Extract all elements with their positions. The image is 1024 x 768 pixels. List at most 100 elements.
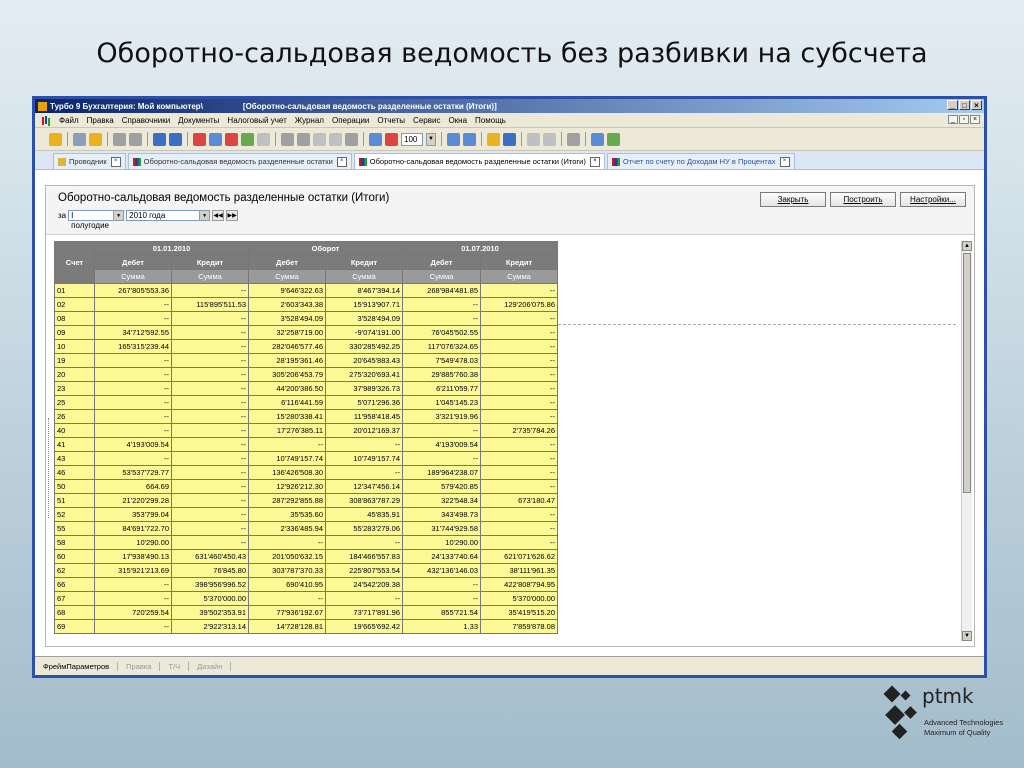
amount-cell[interactable]: 225'807'553.54	[325, 563, 403, 578]
account-cell[interactable]: 01	[54, 283, 95, 298]
preview-icon[interactable]	[297, 132, 310, 146]
calculator-icon[interactable]	[567, 132, 580, 146]
amount-cell[interactable]: --	[171, 493, 249, 508]
amount-cell[interactable]: 322'548.34	[402, 493, 481, 508]
amount-cell[interactable]: --	[325, 591, 403, 606]
amount-cell[interactable]: 19'665'692.42	[325, 619, 403, 634]
calendar-icon[interactable]	[385, 132, 398, 146]
amount-cell[interactable]: --	[171, 409, 249, 424]
amount-cell[interactable]: 117'076'324.65	[402, 339, 481, 354]
account-cell[interactable]: 20	[54, 367, 95, 382]
amount-cell[interactable]: --	[480, 507, 558, 522]
amount-cell[interactable]: 53'537'729.77	[94, 465, 172, 480]
tab-osv-totals[interactable]: Оборотно-сальдовая ведомость разделенные…	[353, 153, 605, 169]
mdi-restore-icon[interactable]: ▫	[959, 115, 969, 124]
amount-cell[interactable]: 5'370'000.00	[480, 591, 558, 606]
zoom-dropdown-icon[interactable]: ▼	[426, 132, 436, 146]
period-select[interactable]: I полугодие ▼	[68, 210, 125, 230]
build-button[interactable]: Построить	[830, 192, 896, 207]
amount-cell[interactable]: 10'749'157.74	[325, 451, 403, 466]
amount-cell[interactable]: --	[94, 367, 172, 382]
amount-cell[interactable]: 55'283'279.06	[325, 521, 403, 536]
table-row[interactable]: 43 -- -- 10'749'157.74 10'749'157.74 -- --	[54, 451, 558, 466]
amount-cell[interactable]: 14'728'128.81	[248, 619, 326, 634]
table-row[interactable]: 50 664.69 -- 12'926'212.30 12'347'456.14 579'…	[54, 479, 558, 494]
menu-help[interactable]: Помощь	[471, 116, 510, 125]
amount-cell[interactable]: 673'180.47	[480, 493, 558, 508]
amount-cell[interactable]: 15'280'338.41	[248, 409, 326, 424]
table-row[interactable]: 09 34'712'592.55 -- 32'258'719.00 -9'074'191…	[54, 325, 558, 340]
tab-osv-split[interactable]: Оборотно-сальдовая ведомость разделенные…	[127, 153, 352, 169]
amount-cell[interactable]: 6'211'059.77	[402, 381, 481, 396]
amount-cell[interactable]: 17'276'385.11	[248, 423, 326, 438]
check-icon[interactable]	[209, 132, 222, 146]
amount-cell[interactable]: 184'466'557.83	[325, 549, 403, 564]
next-period-icon[interactable]: ▶▶	[226, 210, 239, 221]
amount-cell[interactable]: 3'528'494.09	[248, 311, 326, 326]
amount-cell[interactable]: --	[94, 591, 172, 606]
account-cell[interactable]: 58	[54, 535, 95, 550]
menu-file[interactable]: Файл	[55, 116, 83, 125]
amount-cell[interactable]: 44'200'386.50	[248, 381, 326, 396]
table-row[interactable]: 23 -- -- 44'200'386.50 37'989'326.73 6'211'05…	[54, 381, 558, 396]
amount-cell[interactable]: --	[480, 311, 558, 326]
amount-cell[interactable]: 31'744'929.58	[402, 521, 481, 536]
amount-cell[interactable]: 29'885'760.38	[402, 367, 481, 382]
amount-cell[interactable]: 305'206'453.79	[248, 367, 326, 382]
table-row[interactable]: 25 -- -- 6'116'441.59 5'071'296.36 1'045'145.…	[54, 395, 558, 410]
amount-cell[interactable]: 11'958'418.45	[325, 409, 403, 424]
amount-cell[interactable]: 201'050'632.15	[248, 549, 326, 564]
table-row[interactable]: 46 53'537'729.77 -- 136'426'508.30 -- 189'964…	[54, 465, 558, 480]
menu-operations[interactable]: Операции	[328, 116, 373, 125]
table-row[interactable]: 02 -- 115'895'511.53 2'603'343.38 15'913'907…	[54, 297, 558, 312]
menu-directories[interactable]: Справочники	[118, 116, 174, 125]
amount-cell[interactable]: 28'195'361.46	[248, 353, 326, 368]
amount-cell[interactable]: --	[480, 521, 558, 536]
checkmark-red-icon[interactable]	[225, 132, 238, 146]
account-cell[interactable]: 02	[54, 297, 95, 312]
amount-cell[interactable]: 165'315'239.44	[94, 339, 172, 354]
status-design[interactable]: Дизайн	[189, 661, 232, 671]
amount-cell[interactable]: 76'045'502.55	[402, 325, 481, 340]
amount-cell[interactable]: 24'542'209.38	[325, 577, 403, 592]
amount-cell[interactable]: 720'259.54	[94, 605, 172, 620]
account-cell[interactable]: 23	[54, 381, 95, 396]
tab-close-icon[interactable]: ×	[110, 156, 121, 167]
amount-cell[interactable]: 189'964'238.07	[402, 465, 481, 480]
tab-close-icon[interactable]: ×	[589, 156, 600, 167]
amount-cell[interactable]: 10'290.00	[402, 535, 481, 550]
menu-service[interactable]: Сервис	[409, 116, 444, 125]
table-row[interactable]: 20 -- -- 305'206'453.79 275'320'693.41 29'885…	[54, 367, 558, 382]
table-row[interactable]: 19 -- -- 28'195'361.46 20'645'883.43 7'549'47…	[54, 353, 558, 368]
table-row[interactable]: 69 -- 2'922'313.14 14'728'128.81 19'665'692.…	[54, 619, 558, 634]
table-row[interactable]: 52 353'799.04 -- 35'535.60 45'835.91 343'498.…	[54, 507, 558, 522]
amount-cell[interactable]: --	[171, 353, 249, 368]
stop-icon[interactable]	[329, 132, 342, 146]
amount-cell[interactable]: 315'921'213.69	[94, 563, 172, 578]
print-icon[interactable]	[281, 132, 294, 146]
scroll-up-icon[interactable]: ▲	[962, 241, 972, 251]
tab-income-report[interactable]: Отчет по счету по Доходам НУ в Процентах…	[606, 153, 795, 169]
vertical-scrollbar[interactable]: ▲ ▼	[961, 241, 972, 641]
amount-cell[interactable]: 275'320'693.41	[325, 367, 403, 382]
search-next-icon[interactable]	[169, 132, 182, 146]
amount-cell[interactable]: 73'717'891.96	[325, 605, 403, 620]
menu-reports[interactable]: Отчеты	[373, 116, 409, 125]
amount-cell[interactable]: --	[171, 283, 249, 298]
arrow-down-icon[interactable]	[543, 132, 556, 146]
amount-cell[interactable]: 15'913'907.71	[325, 297, 403, 312]
status-frame-params[interactable]: ФреймПараметров	[35, 661, 119, 671]
status-tch[interactable]: Т/Ч	[160, 661, 190, 671]
amount-cell[interactable]: --	[94, 311, 172, 326]
amount-cell[interactable]: --	[94, 395, 172, 410]
amount-cell[interactable]: --	[171, 423, 249, 438]
account-cell[interactable]: 09	[54, 325, 95, 340]
copy-icon[interactable]	[73, 132, 86, 146]
menu-documents[interactable]: Документы	[174, 116, 223, 125]
amount-cell[interactable]: --	[171, 395, 249, 410]
table-icon[interactable]	[369, 132, 382, 146]
amount-cell[interactable]: 2'603'343.38	[248, 297, 326, 312]
amount-cell[interactable]: 136'426'508.30	[248, 465, 326, 480]
amount-cell[interactable]: --	[402, 297, 481, 312]
amount-cell[interactable]: 4'193'009.54	[94, 437, 172, 452]
